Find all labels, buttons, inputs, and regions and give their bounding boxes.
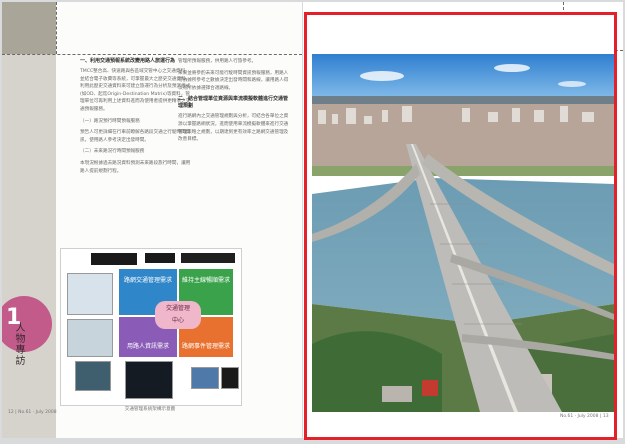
section-heading-1: 一、利用交通預報系統改變用路人旅運行為 [80,58,176,64]
traffic-management-diagram: 路網交通管理需求 維持主線暢順需求 用路人資訊需求 路網事件管理需求 交通管理 … [60,248,242,406]
text-column-left: 一、利用交通預報系統改變用路人旅運行為 TMCC整合高、快速路與各區域交管中心之… [80,58,192,179]
paragraph: TMCC整合高、快速路與各區域交管中心之交通資料，並結合電子收費等系統，可掌握最… [80,69,191,112]
section-heading-2: 二、結合管理單位資源與車流模擬軟體進行交通管理規劃 [178,96,289,110]
paragraph: 本現況根據過去路況資料預測未來路段旅行時間，讓用路人提前規劃行程。 [80,160,191,174]
map-thumbnail [67,273,113,315]
camera-thumbnail [75,361,111,391]
crop-mark [56,2,57,54]
monitor-thumbnail [125,361,173,399]
sign-thumbnail [191,367,219,389]
road-sign-image [181,253,235,263]
diagram-caption: 交通管理系統架構示意圖 [124,407,176,412]
left-margin-band [2,2,56,438]
top-dashed-line [2,54,302,55]
chapter-title: 人物專訪 [13,322,24,366]
screen-thumbnail [67,319,113,357]
paragraph: （二）未來路況行時間預報服務 [80,149,145,155]
aerial-highway-photo [312,54,614,412]
road-sign-image [91,253,137,265]
road-sign-image [145,253,175,263]
paragraph: 進行路網內之交通管理規劃與分析，可結合各單位之資源以掌握路網狀況，進而使用車流模… [178,114,289,143]
page-footer-right: No.61 · July 2008 | 13 [560,414,609,419]
left-band-header [2,2,56,54]
page-footer-left: 12 | No.61 · July 2008 [8,410,57,415]
text-column-right: 管理所預報服務，供用路人行旅參考。 未來並將參酌未來可能行駛時間資訊預報服務，用… [178,58,290,148]
sign-thumbnail [221,367,239,389]
paragraph: 管理所預報服務，供用路人行旅參考。 [178,59,257,64]
highway-photo-illustration [312,54,614,412]
paragraph: （一）路況預行時間預報服務 [80,118,140,124]
traffic-center-label: 交通管理 中心 [155,301,201,329]
paragraph: 預告人可更詳細在行車前瞭解各路段交通之行駛時間資訊，使用路人參考決定出發時間。 [80,130,191,143]
paragraph: 未來並將參酌未來可能行駛時間資訊預報服務，用路人可依據所參考之數據決定出發時間和… [178,70,289,91]
